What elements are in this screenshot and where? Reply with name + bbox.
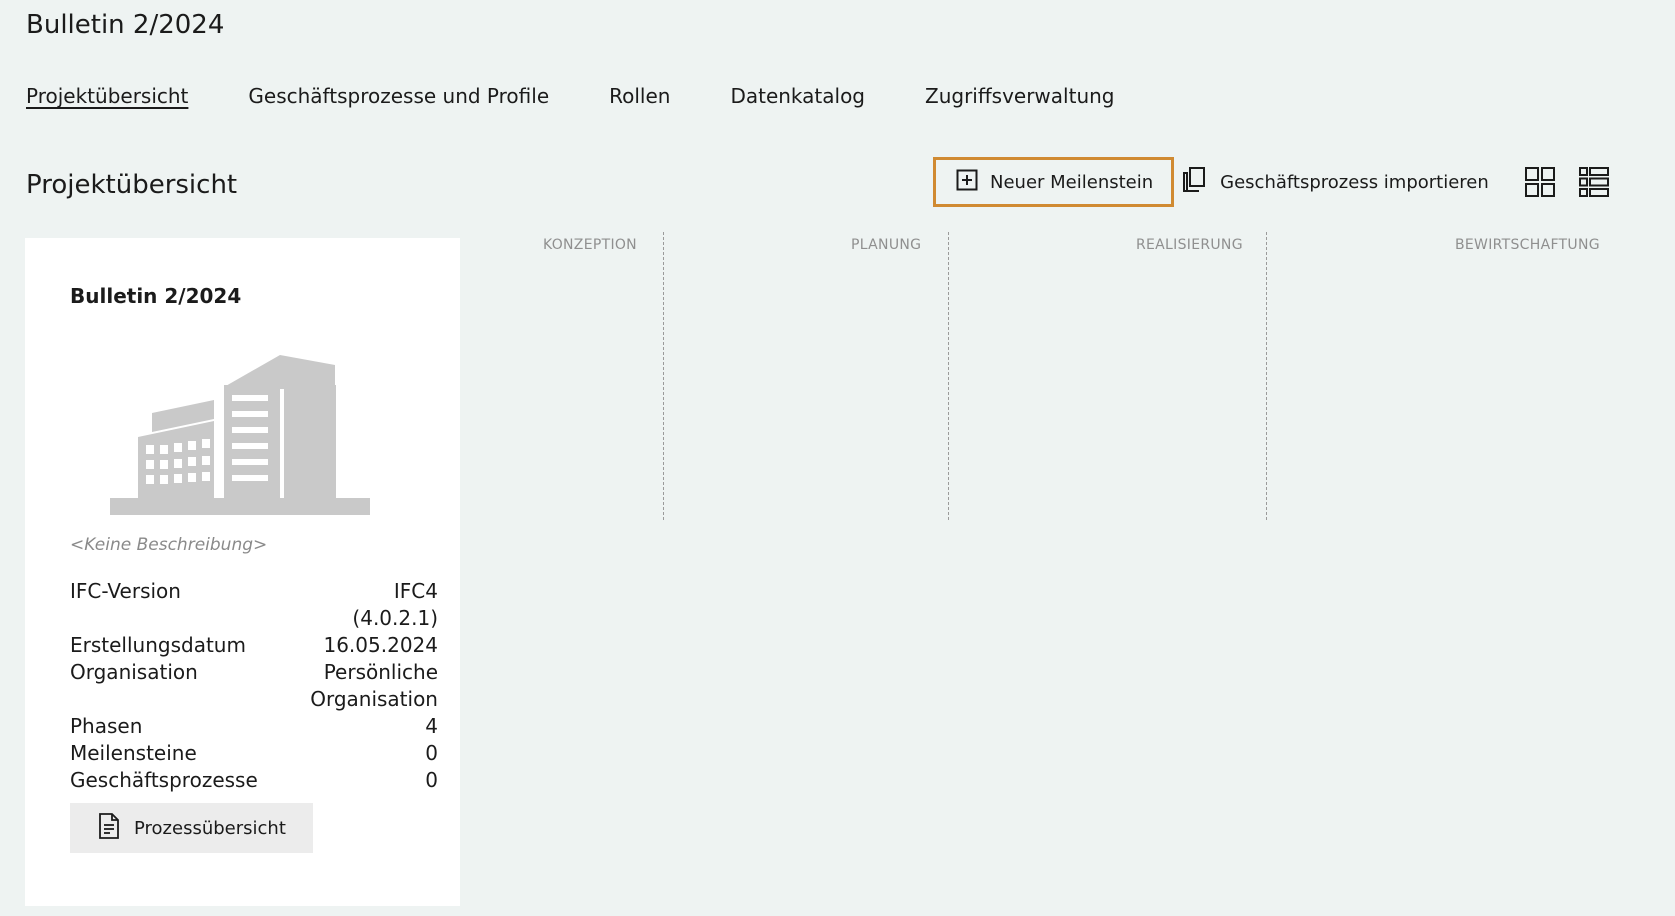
document-icon: [98, 812, 120, 844]
project-title: Bulletin 2/2024: [70, 284, 242, 308]
prop-label: Erstellungsdatum: [70, 633, 246, 657]
phase-label-realisierung: REALISIERUNG: [1136, 237, 1243, 253]
prop-row-organisation: Organisation Persönliche Organisation: [70, 659, 438, 713]
prop-row-created: Erstellungsdatum 16.05.2024: [70, 632, 438, 659]
tab-zugriffsverwaltung[interactable]: Zugriffsverwaltung: [925, 84, 1114, 108]
import-process-button[interactable]: Geschäftsprozess importieren: [1182, 166, 1489, 199]
tab-rollen[interactable]: Rollen: [609, 84, 670, 108]
tab-datenkatalog[interactable]: Datenkatalog: [730, 84, 865, 108]
prop-row-ifc: IFC-Version IFC4 (4.0.2.1): [70, 578, 438, 632]
prop-value: 0: [425, 741, 438, 765]
tab-geschaeftsprozesse[interactable]: Geschäftsprozesse und Profile: [248, 84, 549, 108]
prop-row-phases: Phasen 4: [70, 713, 438, 740]
phase-label-konzeption: KONZEPTION: [543, 237, 637, 253]
copy-icon: [1182, 166, 1206, 199]
prop-label: IFC-Version: [70, 579, 181, 603]
prop-value: Persönliche Organisation: [310, 660, 438, 711]
prop-label: Organisation: [70, 660, 198, 684]
project-properties: IFC-Version IFC4 (4.0.2.1) Erstellungsdat…: [70, 578, 438, 794]
prop-value: 4: [425, 714, 438, 738]
prop-row-processes: Geschäftsprozesse 0: [70, 767, 438, 794]
grid-view-icon[interactable]: [1524, 167, 1555, 197]
phase-divider: [1266, 232, 1267, 520]
phase-divider: [663, 232, 664, 520]
process-overview-label: Prozessübersicht: [134, 817, 286, 839]
prop-row-milestones: Meilensteine 0: [70, 740, 438, 767]
process-overview-button[interactable]: Prozessübersicht: [70, 803, 313, 853]
app-title: Bulletin 2/2024: [26, 10, 225, 40]
main-tabs: Projektübersicht Geschäftsprozesse und P…: [26, 84, 1115, 108]
prop-label: Meilensteine: [70, 741, 197, 765]
prop-label: Geschäftsprozesse: [70, 768, 258, 792]
building-icon: [110, 355, 370, 519]
page-title: Projektübersicht: [26, 170, 238, 200]
prop-value: 0: [425, 768, 438, 792]
tab-projektuebersicht[interactable]: Projektübersicht: [26, 84, 188, 108]
toolbar: Neuer Meilenstein Geschäftsprozess impor…: [933, 157, 1609, 207]
prop-value: 16.05.2024: [323, 633, 438, 657]
phase-label-bewirtschaftung: BEWIRTSCHAFTUNG: [1455, 237, 1600, 253]
import-process-label: Geschäftsprozess importieren: [1220, 171, 1489, 193]
plus-square-icon: [956, 169, 978, 196]
prop-value: IFC4 (4.0.2.1): [352, 579, 438, 630]
project-description: <Keine Beschreibung>: [70, 535, 268, 555]
phase-divider: [948, 232, 949, 520]
phase-label-planung: PLANUNG: [851, 237, 922, 253]
new-milestone-label: Neuer Meilenstein: [990, 171, 1154, 193]
list-view-icon[interactable]: [1578, 167, 1609, 197]
prop-label: Phasen: [70, 714, 143, 738]
new-milestone-button[interactable]: Neuer Meilenstein: [933, 157, 1175, 207]
view-toggle: [1524, 167, 1609, 197]
